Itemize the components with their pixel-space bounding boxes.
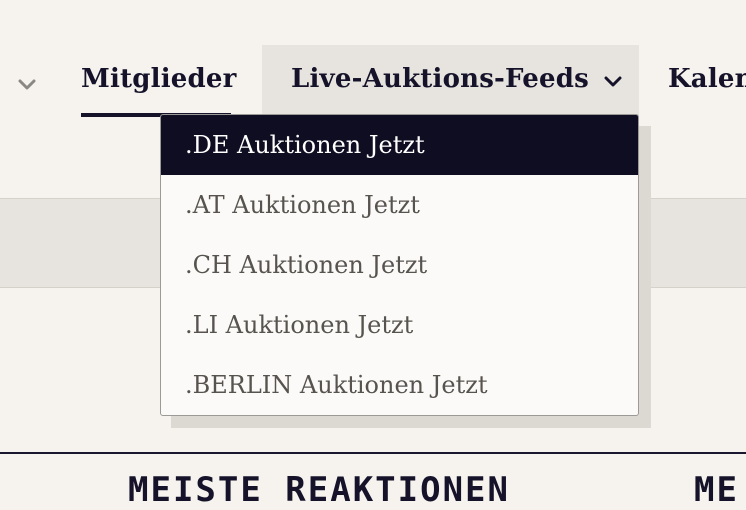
menu-item-de-auktionen[interactable]: .DE Auktionen Jetzt: [161, 115, 638, 175]
nav-item-kalender[interactable]: Kalen: [668, 64, 746, 104]
live-feeds-dropdown-menu: .DE Auktionen Jetzt .AT Auktionen Jetzt …: [160, 114, 639, 416]
menu-item-at-auktionen[interactable]: .AT Auktionen Jetzt: [161, 175, 638, 235]
chevron-down-icon[interactable]: [16, 74, 38, 96]
section-divider: [0, 452, 746, 454]
nav-item-label: Live-Auktions-Feeds: [291, 64, 589, 94]
nav-item-mitglieder[interactable]: Mitglieder: [81, 64, 237, 104]
nav-item-live-auktions-feeds[interactable]: Live-Auktions-Feeds: [262, 45, 639, 115]
section-heading-meiste-reaktionen: MEISTE REAKTIONEN: [128, 470, 510, 510]
menu-item-li-auktionen[interactable]: .LI Auktionen Jetzt: [161, 295, 638, 355]
chevron-down-icon: [602, 71, 624, 93]
menu-item-ch-auktionen[interactable]: .CH Auktionen Jetzt: [161, 235, 638, 295]
section-heading-truncated: ME: [694, 470, 739, 510]
menu-item-berlin-auktionen[interactable]: .BERLIN Auktionen Jetzt: [161, 355, 638, 415]
